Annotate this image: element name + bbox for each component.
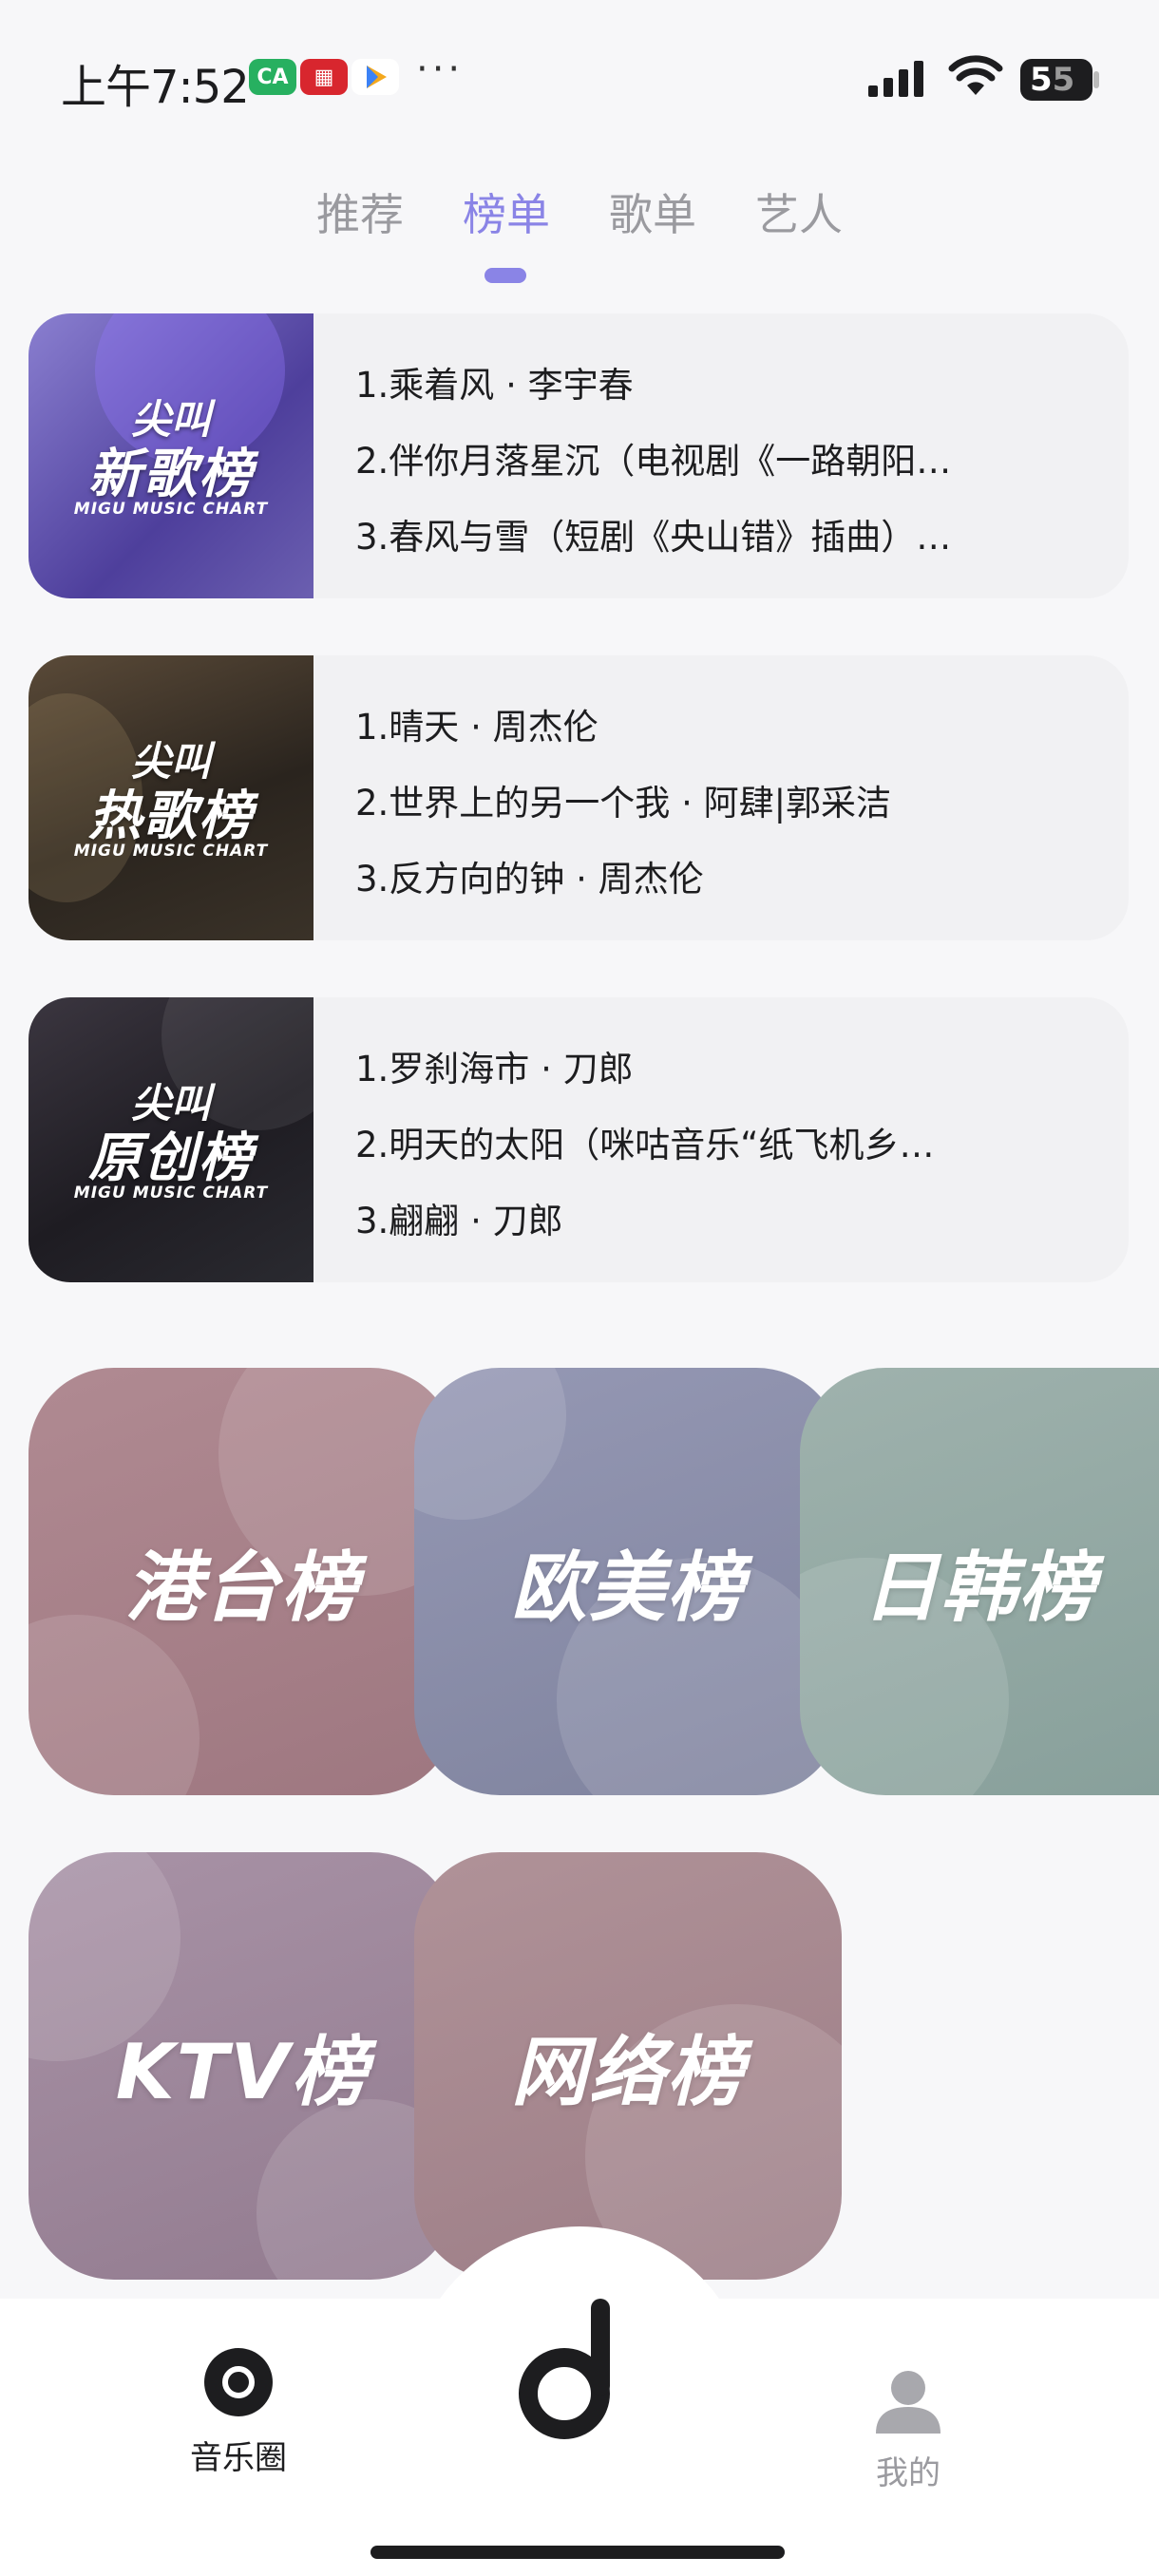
cover-title-line2: 热歌榜 <box>88 786 254 847</box>
status-time: 上午7:52 <box>61 61 250 114</box>
category-hk-tw[interactable]: 港台榜 <box>28 1368 456 1795</box>
cover-subtitle: MIGU MUSIC CHART <box>73 1184 269 1203</box>
battery-icon: 55 <box>1020 59 1092 101</box>
cover-title-line2: 原创榜 <box>88 1127 254 1189</box>
music-note-icon[interactable] <box>519 2295 623 2447</box>
nav-label: 音乐圈 <box>190 2439 287 2477</box>
nav-music-circle[interactable]: 音乐圈 <box>190 2346 287 2478</box>
battery-tip <box>1093 71 1099 88</box>
music-circle-icon <box>204 2348 273 2416</box>
chart-item[interactable]: 2.明天的太阳（咪咕音乐“纸飞机乡… <box>355 1108 1020 1184</box>
category-jp-kr[interactable]: 日韩榜 <box>800 1368 1159 1795</box>
tab-charts[interactable]: 榜单 <box>463 180 550 243</box>
cover-title-line2: 新歌榜 <box>88 444 254 505</box>
tab-recommend[interactable]: 推荐 <box>316 180 404 243</box>
home-indicator <box>370 2546 785 2559</box>
status-bar: 上午7:52 CA ▦ ··· 55 <box>0 0 1159 152</box>
chart-card-original[interactable]: 尖叫 原创榜 MIGU MUSIC CHART 1.罗刹海市 · 刀郎 2.明天… <box>28 997 1129 1282</box>
nav-label: 我的 <box>876 2454 940 2492</box>
tab-indicator <box>484 268 526 283</box>
chart-item[interactable]: 2.伴你月落星沉（电视剧《一路朝阳… <box>355 424 1020 500</box>
category-label: 欧美榜 <box>511 1544 745 1632</box>
category-label: 港台榜 <box>125 1544 359 1632</box>
migu-app-icon: ▦ <box>300 59 348 95</box>
chart-cover: 尖叫 新歌榜 MIGU MUSIC CHART <box>28 313 314 598</box>
ca-app-icon: CA <box>249 59 296 95</box>
battery-level: 5 <box>1030 61 1053 99</box>
chart-item[interactable]: 3.反方向的钟 · 周杰伦 <box>355 842 1020 918</box>
category-ktv[interactable]: KTV榜 <box>28 1852 456 2280</box>
chart-item[interactable]: 3.翩翩 · 刀郎 <box>355 1184 1020 1260</box>
user-icon <box>876 2371 940 2434</box>
cover-subtitle: MIGU MUSIC CHART <box>73 500 269 519</box>
cover-subtitle: MIGU MUSIC CHART <box>73 842 269 861</box>
tab-artists[interactable]: 艺人 <box>755 180 843 243</box>
chart-card-new-songs[interactable]: 尖叫 新歌榜 MIGU MUSIC CHART 1.乘着风 · 李宇春 2.伴你… <box>28 313 1129 598</box>
chart-item[interactable]: 1.乘着风 · 李宇春 <box>355 348 1020 424</box>
chart-card-hot-songs[interactable]: 尖叫 热歌榜 MIGU MUSIC CHART 1.晴天 · 周杰伦 2.世界上… <box>28 655 1129 940</box>
category-western[interactable]: 欧美榜 <box>414 1368 842 1795</box>
chart-item[interactable]: 2.世界上的另一个我 · 阿肆|郭采洁 <box>355 766 1020 842</box>
nav-mine[interactable]: 我的 <box>874 2365 942 2493</box>
battery-level-rest: 5 <box>1052 61 1075 99</box>
play-store-icon <box>352 59 399 95</box>
chart-cover: 尖叫 原创榜 MIGU MUSIC CHART <box>28 997 314 1282</box>
chart-item[interactable]: 1.晴天 · 周杰伦 <box>355 690 1020 766</box>
chart-item[interactable]: 3.春风与雪（短剧《央山错》插曲）… <box>355 500 1020 576</box>
signal-icon <box>868 61 923 97</box>
chart-item[interactable]: 1.罗刹海市 · 刀郎 <box>355 1032 1020 1108</box>
category-internet[interactable]: 网络榜 <box>414 1852 842 2280</box>
tab-playlists[interactable]: 歌单 <box>609 180 696 243</box>
chart-cover: 尖叫 热歌榜 MIGU MUSIC CHART <box>28 655 314 940</box>
wifi-icon <box>948 55 1003 95</box>
category-label: KTV榜 <box>115 2028 370 2116</box>
more-icon: ··· <box>416 47 465 91</box>
tab-bar: 推荐 榜单 歌单 艺人 <box>0 180 1159 243</box>
category-label: 日韩榜 <box>863 1544 1096 1632</box>
category-label: 网络榜 <box>511 2028 745 2116</box>
